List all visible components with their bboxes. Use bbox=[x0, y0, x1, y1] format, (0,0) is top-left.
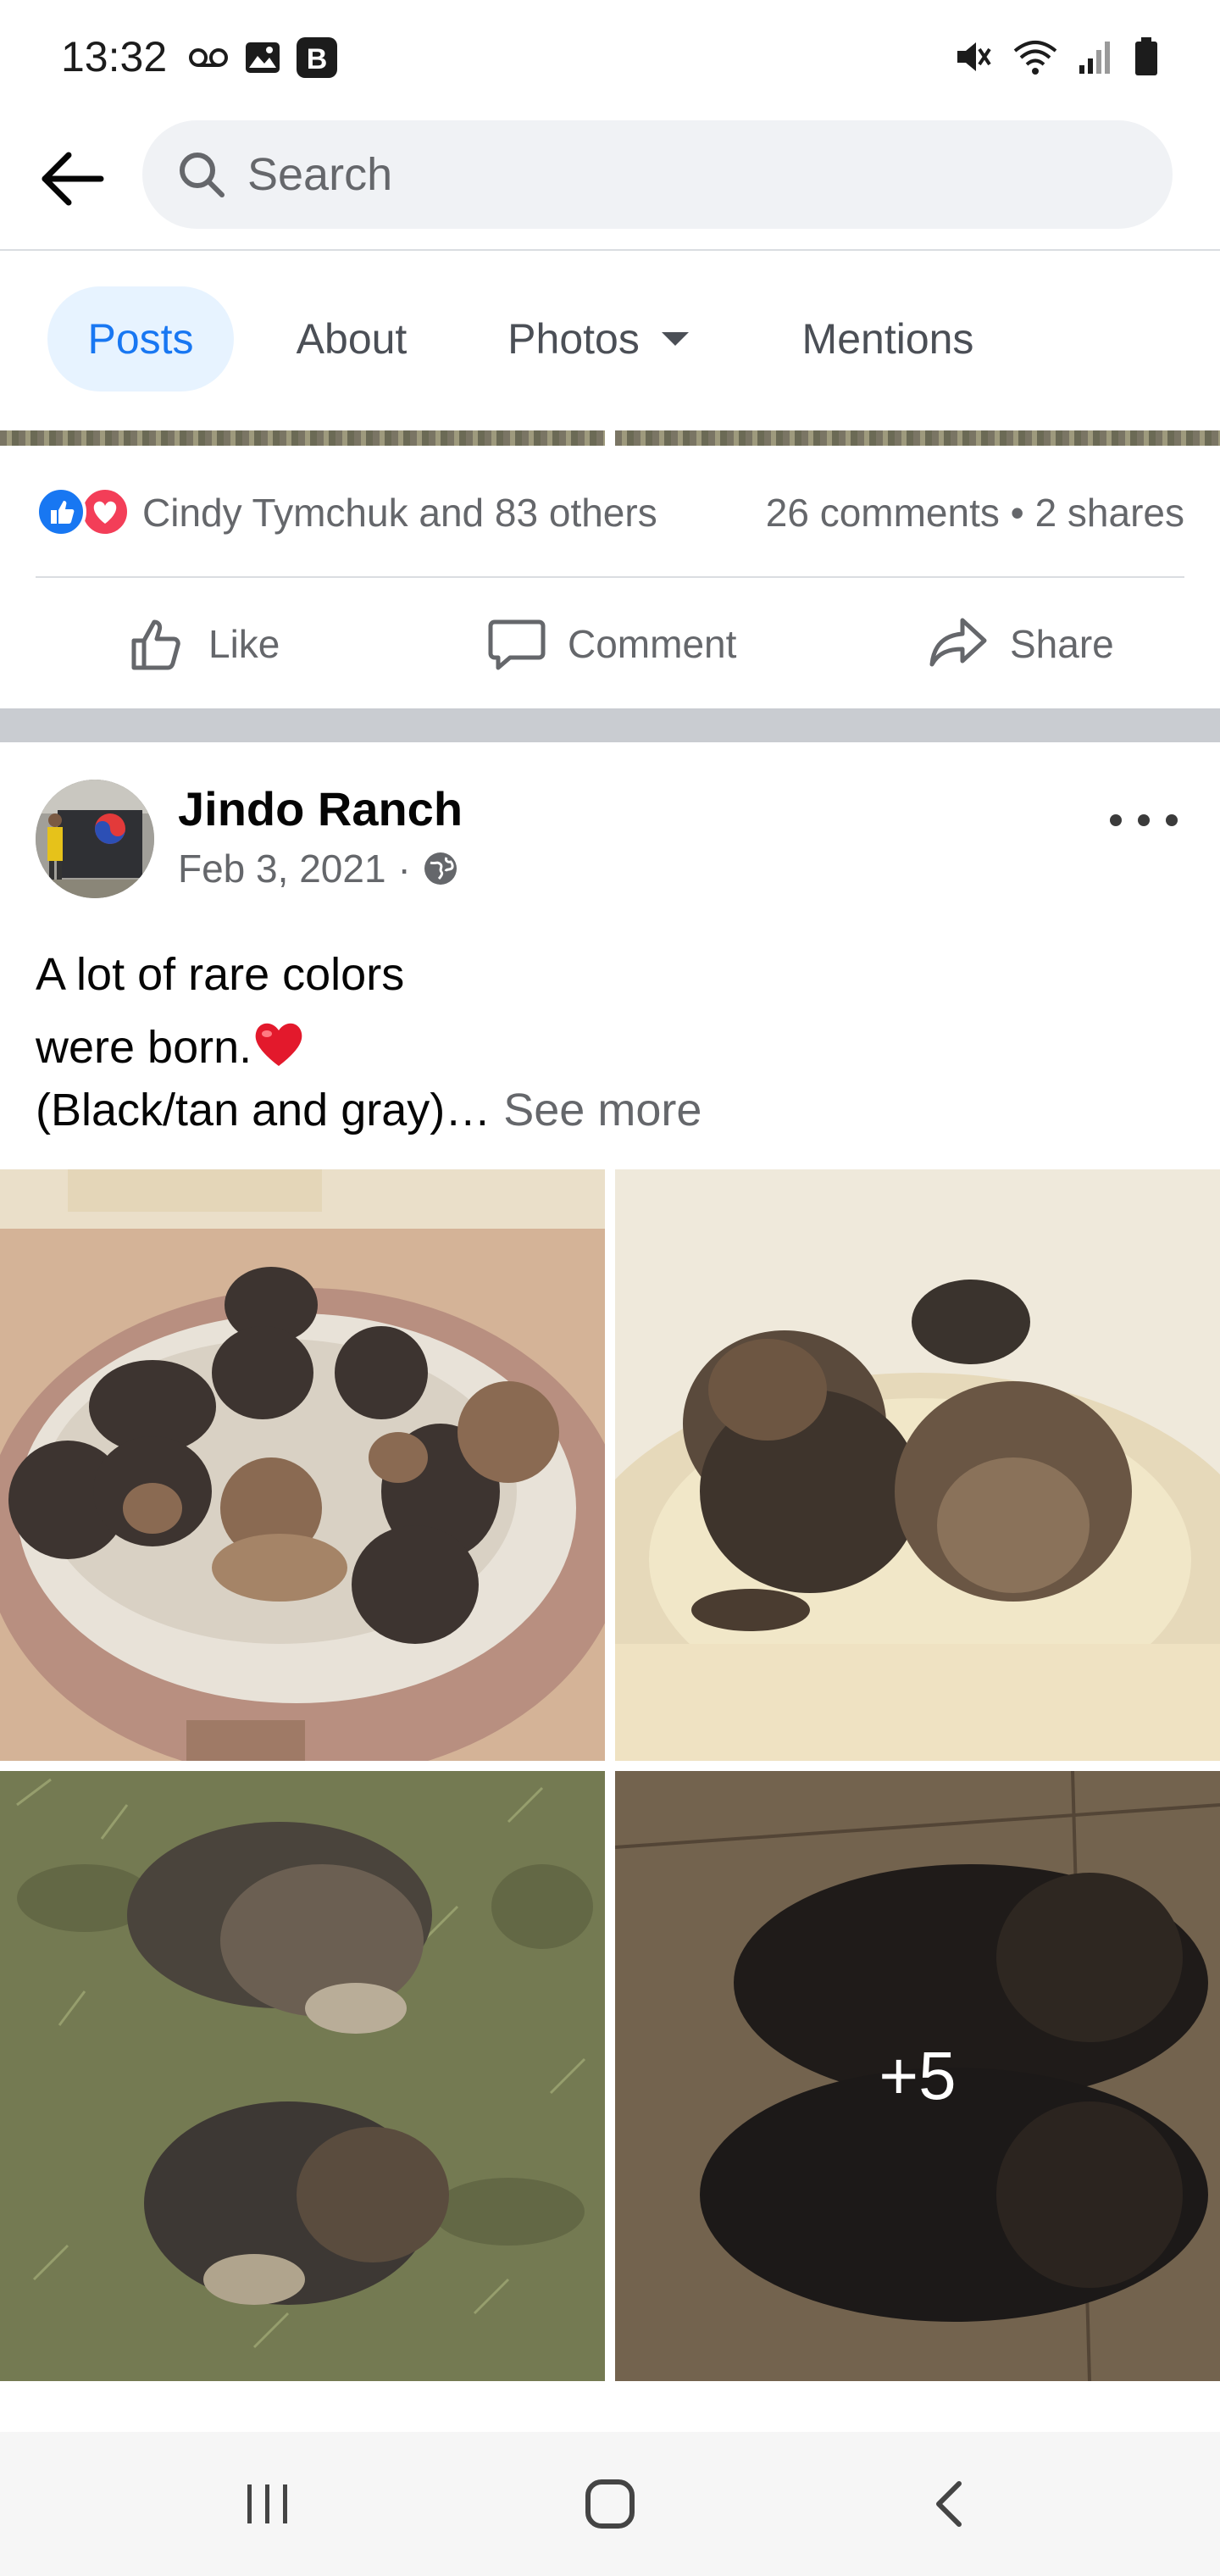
home-button[interactable] bbox=[568, 2466, 652, 2542]
share-icon bbox=[929, 618, 987, 667]
photo-puppies-in-bed[interactable] bbox=[0, 1169, 605, 1761]
thumbs-up-icon bbox=[131, 619, 180, 670]
see-more-link[interactable]: See more bbox=[503, 1085, 702, 1135]
photo-grid: +5 bbox=[0, 1169, 1220, 2381]
tab-mentions[interactable]: Mentions bbox=[756, 286, 1020, 391]
comments-count[interactable]: 26 comments bbox=[766, 491, 1000, 535]
recent-apps-button[interactable] bbox=[225, 2466, 310, 2542]
post-text-line: A lot of rare colors bbox=[36, 949, 405, 1000]
recent-apps-icon bbox=[247, 2484, 287, 2523]
comment-icon bbox=[488, 619, 546, 670]
search-header bbox=[0, 110, 1220, 251]
status-bar: 13:32 B bbox=[0, 0, 1220, 110]
share-label: Share bbox=[1010, 622, 1114, 666]
post-author[interactable]: Jindo Ranch bbox=[178, 781, 463, 836]
caret-down-icon bbox=[661, 332, 689, 346]
search-bar[interactable] bbox=[142, 120, 1173, 229]
post-text-line: (Black/tan and gray)… bbox=[36, 1085, 491, 1135]
like-button[interactable]: Like bbox=[127, 610, 280, 678]
profile-tabs: Posts About Photos Mentions bbox=[0, 253, 1220, 430]
system-navigation-bar bbox=[0, 2432, 1220, 2576]
tab-photos-label: Photos bbox=[507, 315, 640, 363]
tab-about-label: About bbox=[296, 315, 408, 363]
shares-count[interactable]: 2 shares bbox=[1035, 491, 1184, 535]
post-actions: Like Comment Share bbox=[0, 585, 1220, 702]
engagement-counts[interactable]: 26 comments • 2 shares bbox=[766, 490, 1184, 536]
count-separator: • bbox=[1010, 491, 1024, 535]
b-app-icon: B bbox=[297, 37, 337, 78]
more-photos-overlay[interactable]: +5 bbox=[615, 1771, 1220, 2381]
arrow-left-icon bbox=[42, 152, 104, 206]
home-icon bbox=[585, 2479, 635, 2529]
share-button[interactable]: Share bbox=[927, 610, 1114, 678]
back-button[interactable] bbox=[34, 141, 110, 217]
post-header: Jindo Ranch Feb 3, 2021 · bbox=[0, 742, 1220, 912]
photo-two-puppies[interactable] bbox=[615, 1169, 1220, 1761]
image-icon bbox=[246, 42, 280, 73]
more-dot bbox=[1138, 814, 1150, 826]
reactions-summary[interactable]: Cindy Tymchuk and 83 others 26 comments … bbox=[36, 480, 1184, 547]
tab-posts-label: Posts bbox=[87, 315, 194, 363]
reaction-icons bbox=[36, 486, 134, 537]
more-options-button[interactable] bbox=[1110, 795, 1178, 846]
svg-text:B: B bbox=[307, 43, 328, 75]
divider bbox=[36, 576, 1184, 578]
voicemail-icon bbox=[189, 48, 228, 67]
post-text-line-2: were born. bbox=[36, 1013, 1188, 1081]
comment-label: Comment bbox=[568, 622, 737, 666]
tab-mentions-label: Mentions bbox=[801, 315, 974, 363]
post-text-line: were born. bbox=[36, 1022, 252, 1073]
signal-icon bbox=[1079, 42, 1110, 74]
status-time: 13:32 bbox=[61, 33, 168, 80]
battery-icon bbox=[1135, 37, 1157, 75]
love-reaction-icon bbox=[80, 486, 130, 537]
mute-icon bbox=[957, 42, 991, 71]
photo-puppies-on-grass[interactable] bbox=[0, 1771, 605, 2381]
search-icon bbox=[180, 153, 225, 197]
post-date[interactable]: Feb 3, 2021 bbox=[178, 846, 386, 891]
like-reaction-icon bbox=[36, 486, 86, 537]
globe-icon bbox=[424, 852, 457, 885]
post-text-line-3: (Black/tan and gray)… See more bbox=[36, 1076, 1188, 1144]
more-dot bbox=[1166, 814, 1178, 826]
reactions-text[interactable]: Cindy Tymchuk and 83 others bbox=[142, 490, 657, 536]
post-text: A lot of rare colors were born. (Black/t… bbox=[36, 941, 1188, 1144]
heart-emoji-icon bbox=[252, 1019, 306, 1068]
meta-dot: · bbox=[397, 847, 411, 891]
tab-about[interactable]: About bbox=[254, 286, 449, 391]
tab-photos[interactable]: Photos bbox=[471, 286, 725, 391]
post-meta: Feb 3, 2021 · bbox=[178, 846, 458, 891]
wifi-icon bbox=[1013, 41, 1057, 75]
search-input[interactable] bbox=[247, 141, 1128, 208]
more-photos-count: +5 bbox=[879, 2038, 957, 2113]
tab-posts[interactable]: Posts bbox=[47, 286, 234, 391]
status-right-icons bbox=[954, 37, 1159, 76]
previous-post-photos[interactable] bbox=[0, 430, 1220, 446]
back-nav-icon bbox=[936, 2481, 962, 2527]
avatar[interactable] bbox=[36, 780, 154, 898]
back-nav-button[interactable] bbox=[907, 2466, 991, 2542]
status-left-icons: B bbox=[188, 37, 337, 78]
comment-button[interactable]: Comment bbox=[486, 610, 736, 678]
like-label: Like bbox=[208, 622, 280, 666]
photo-more[interactable]: +5 bbox=[615, 1771, 1220, 2381]
feed-separator bbox=[0, 708, 1220, 742]
more-dot bbox=[1110, 814, 1122, 826]
